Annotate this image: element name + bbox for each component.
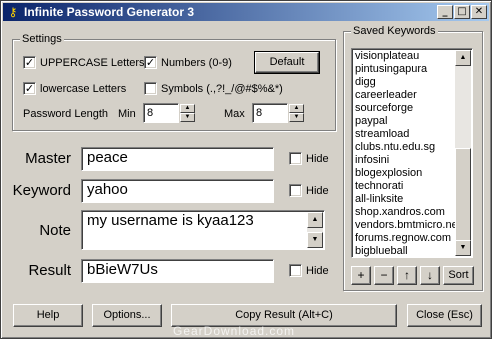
spin-up-icon[interactable]: ▲ — [180, 104, 195, 113]
keyword-list-item[interactable]: blogexplosion — [352, 167, 472, 180]
keyword-input[interactable]: yahoo — [81, 179, 274, 203]
saved-keywords-scrollbar[interactable]: ▲ ▼ — [455, 50, 471, 256]
help-button[interactable]: Help — [13, 304, 83, 327]
master-hide-checkbox[interactable] — [289, 152, 302, 165]
move-down-button[interactable]: ↓ — [420, 266, 440, 285]
numbers-label[interactable]: Numbers (0-9) — [161, 56, 232, 70]
min-length-spinner[interactable]: ▲ ▼ — [180, 104, 195, 123]
symbols-checkbox[interactable] — [144, 82, 157, 95]
saved-keywords-label: Saved Keywords — [351, 24, 438, 38]
keyword-list-item[interactable]: sourceforge — [352, 102, 472, 115]
master-label: Master — [25, 150, 71, 167]
note-label: Note — [39, 222, 71, 239]
keyword-list-item[interactable]: streamload — [352, 128, 472, 141]
scroll-up-icon[interactable]: ▲ — [455, 50, 471, 66]
key-icon: ⚷ — [8, 5, 18, 19]
lowercase-label[interactable]: lowercase Letters — [40, 82, 126, 96]
scroll-down-icon[interactable]: ▼ — [307, 232, 323, 248]
min-label: Min — [118, 108, 136, 120]
spin-down-icon[interactable]: ▼ — [180, 113, 195, 122]
lowercase-checkbox[interactable]: ✓ — [23, 82, 36, 95]
keyword-list-item[interactable]: shop.xandros.com — [352, 206, 472, 219]
keyword-list-item[interactable]: vendors.bmtmicro.net — [352, 219, 472, 232]
max-length-input[interactable]: 8 — [252, 103, 288, 123]
saved-keywords-list[interactable]: visionplateau pintusingapura digg careerlea… — [351, 48, 473, 258]
result-label: Result — [28, 262, 71, 279]
window-title: Infinite Password Generator 3 — [24, 5, 195, 19]
main-window: ⚷ Infinite Password Generator 3 _ □ ✕ Se… — [0, 0, 492, 339]
scroll-thumb[interactable] — [455, 148, 471, 242]
min-length-input[interactable]: 8 — [143, 103, 179, 123]
settings-group: Settings ✓ UPPERCASE Letters ✓ Numbers (… — [12, 32, 336, 131]
keyword-list-item[interactable]: bigblueball — [352, 245, 472, 257]
note-text: my username is kyaa123 — [87, 212, 254, 229]
max-length-spinner[interactable]: ▲ ▼ — [289, 104, 304, 123]
remove-keyword-button[interactable]: − — [374, 266, 394, 285]
spin-down-icon[interactable]: ▼ — [289, 113, 304, 122]
password-length-label: Password Length — [23, 108, 108, 120]
master-input[interactable]: peace — [81, 147, 274, 171]
keyword-list-item[interactable]: visionplateau — [352, 50, 472, 63]
watermark: GearDownload.com — [173, 324, 296, 338]
spin-up-icon[interactable]: ▲ — [289, 104, 304, 113]
keyword-hide-label[interactable]: Hide — [306, 184, 329, 198]
minimize-button[interactable]: _ — [437, 5, 453, 19]
title-bar[interactable]: ⚷ Infinite Password Generator 3 _ □ ✕ — [3, 3, 489, 21]
uppercase-checkbox[interactable]: ✓ — [23, 56, 36, 69]
options-button[interactable]: Options... — [92, 304, 162, 327]
master-hide-label[interactable]: Hide — [306, 152, 329, 166]
close-button[interactable]: Close (Esc) — [407, 304, 482, 327]
keyword-list-item[interactable]: careerleader — [352, 89, 472, 102]
scroll-down-icon[interactable]: ▼ — [455, 240, 471, 256]
keyword-label: Keyword — [12, 182, 71, 199]
keyword-hide-checkbox[interactable] — [289, 184, 302, 197]
move-up-button[interactable]: ↑ — [397, 266, 417, 285]
add-keyword-button[interactable]: + — [351, 266, 371, 285]
keyword-list-item[interactable]: clubs.ntu.edu.sg — [352, 141, 472, 154]
settings-group-label: Settings — [20, 32, 64, 46]
keyword-list-item[interactable]: digg — [352, 76, 472, 89]
close-window-button[interactable]: ✕ — [471, 5, 487, 19]
scroll-up-icon[interactable]: ▲ — [307, 212, 323, 228]
symbols-label[interactable]: Symbols (.,?!_/@#$%&*) — [161, 82, 283, 96]
keyword-list-item[interactable]: forums.regnow.com — [352, 232, 472, 245]
keyword-list-item[interactable]: infosini — [352, 154, 472, 167]
result-hide-label[interactable]: Hide — [306, 264, 329, 278]
numbers-checkbox[interactable]: ✓ — [144, 56, 157, 69]
note-textarea[interactable]: my username is kyaa123 ▲ ▼ — [81, 210, 325, 250]
max-label: Max — [224, 108, 245, 120]
default-button[interactable]: Default — [254, 51, 320, 74]
result-hide-checkbox[interactable] — [289, 264, 302, 277]
maximize-button[interactable]: □ — [454, 5, 470, 19]
uppercase-label[interactable]: UPPERCASE Letters — [40, 56, 145, 70]
result-output[interactable]: bBieW7Us — [81, 259, 274, 283]
note-scrollbar[interactable]: ▲ ▼ — [307, 212, 323, 248]
keyword-list-item[interactable]: pintusingapura — [352, 63, 472, 76]
keyword-list-item[interactable]: all-linksite — [352, 193, 472, 206]
keyword-list-item[interactable]: technorati — [352, 180, 472, 193]
sort-button[interactable]: Sort — [443, 266, 474, 285]
keyword-list-item[interactable]: paypal — [352, 115, 472, 128]
